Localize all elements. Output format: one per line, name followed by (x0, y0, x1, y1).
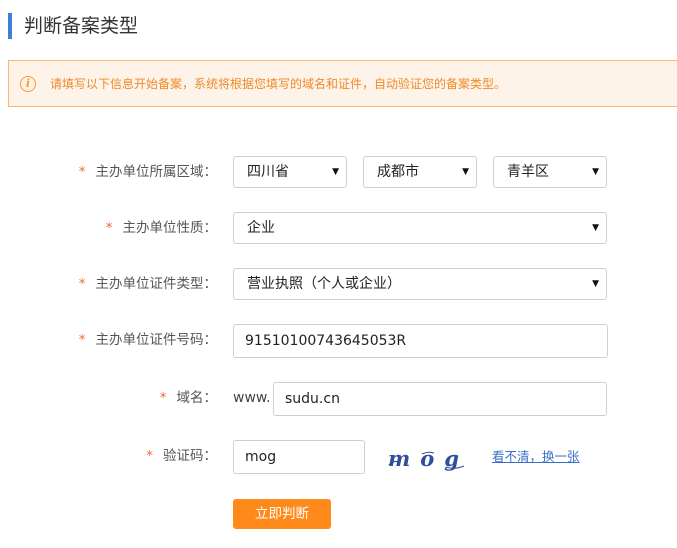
nature-select[interactable]: 企业 ▼ (233, 212, 607, 244)
district-value: 青羊区 (507, 164, 549, 180)
cert-type-select[interactable]: 营业执照（个人或企业） ▼ (233, 268, 607, 300)
required-star: * (105, 220, 113, 236)
notice-banner: i 请填写以下信息开始备案，系统将根据您填写的域名和证件，自动验证您的备案类型。 (8, 60, 677, 107)
captcha-label: * 验证码： (146, 447, 217, 465)
captcha-image[interactable]: mog (386, 442, 472, 474)
required-star: * (159, 390, 167, 406)
info-icon: i (20, 76, 36, 92)
cert-type-label-text: 主办单位证件类型： (95, 276, 218, 292)
cert-type-value: 营业执照（个人或企业） (247, 276, 401, 292)
nature-label: * 主办单位性质： (106, 219, 217, 237)
province-select[interactable]: 四川省 ▼ (233, 156, 347, 188)
page-title: 判断备案类型 (24, 15, 139, 37)
required-star: * (78, 332, 86, 348)
district-select[interactable]: 青羊区 ▼ (493, 156, 607, 188)
captcha-label-text: 验证码： (163, 448, 217, 464)
caret-down-icon: ▼ (462, 167, 469, 177)
captcha-input[interactable]: mog (233, 440, 365, 474)
city-select[interactable]: 成都市 ▼ (363, 156, 477, 188)
submit-button[interactable]: 立即判断 (233, 499, 331, 529)
caret-down-icon: ▼ (592, 223, 599, 233)
domain-prefix: www. (233, 390, 271, 406)
domain-input[interactable]: sudu.cn (273, 382, 607, 416)
domain-label-text: 域名： (176, 390, 218, 406)
city-value: 成都市 (377, 164, 419, 180)
region-label: * 主办单位所属区域： (79, 163, 217, 181)
captcha-value: mog (245, 449, 277, 465)
domain-label: * 域名： (160, 389, 217, 407)
notice-text: 请填写以下信息开始备案，系统将根据您填写的域名和证件，自动验证您的备案类型。 (50, 77, 507, 91)
refresh-captcha-link[interactable]: 看不清，换一张 (492, 448, 580, 466)
nature-value: 企业 (247, 220, 275, 236)
cert-type-label: * 主办单位证件类型： (79, 275, 217, 293)
required-star: * (146, 448, 153, 464)
province-value: 四川省 (247, 164, 289, 180)
title-accent-bar (8, 13, 12, 39)
domain-value: sudu.cn (285, 391, 340, 407)
required-star: * (78, 276, 86, 292)
cert-number-input[interactable]: 91510100743645053R (233, 324, 608, 358)
cert-number-value: 91510100743645053R (245, 333, 407, 349)
caret-down-icon: ▼ (332, 167, 339, 177)
caret-down-icon: ▼ (592, 167, 599, 177)
captcha-text: mog (388, 446, 469, 471)
cert-number-label-text: 主办单位证件号码： (95, 332, 218, 348)
region-label-text: 主办单位所属区域： (95, 164, 218, 180)
cert-number-label: * 主办单位证件号码： (79, 331, 217, 349)
captcha-graphic: mog (388, 446, 469, 471)
required-star: * (78, 164, 86, 180)
caret-down-icon: ▼ (592, 279, 599, 289)
nature-label-text: 主办单位性质： (122, 220, 218, 236)
